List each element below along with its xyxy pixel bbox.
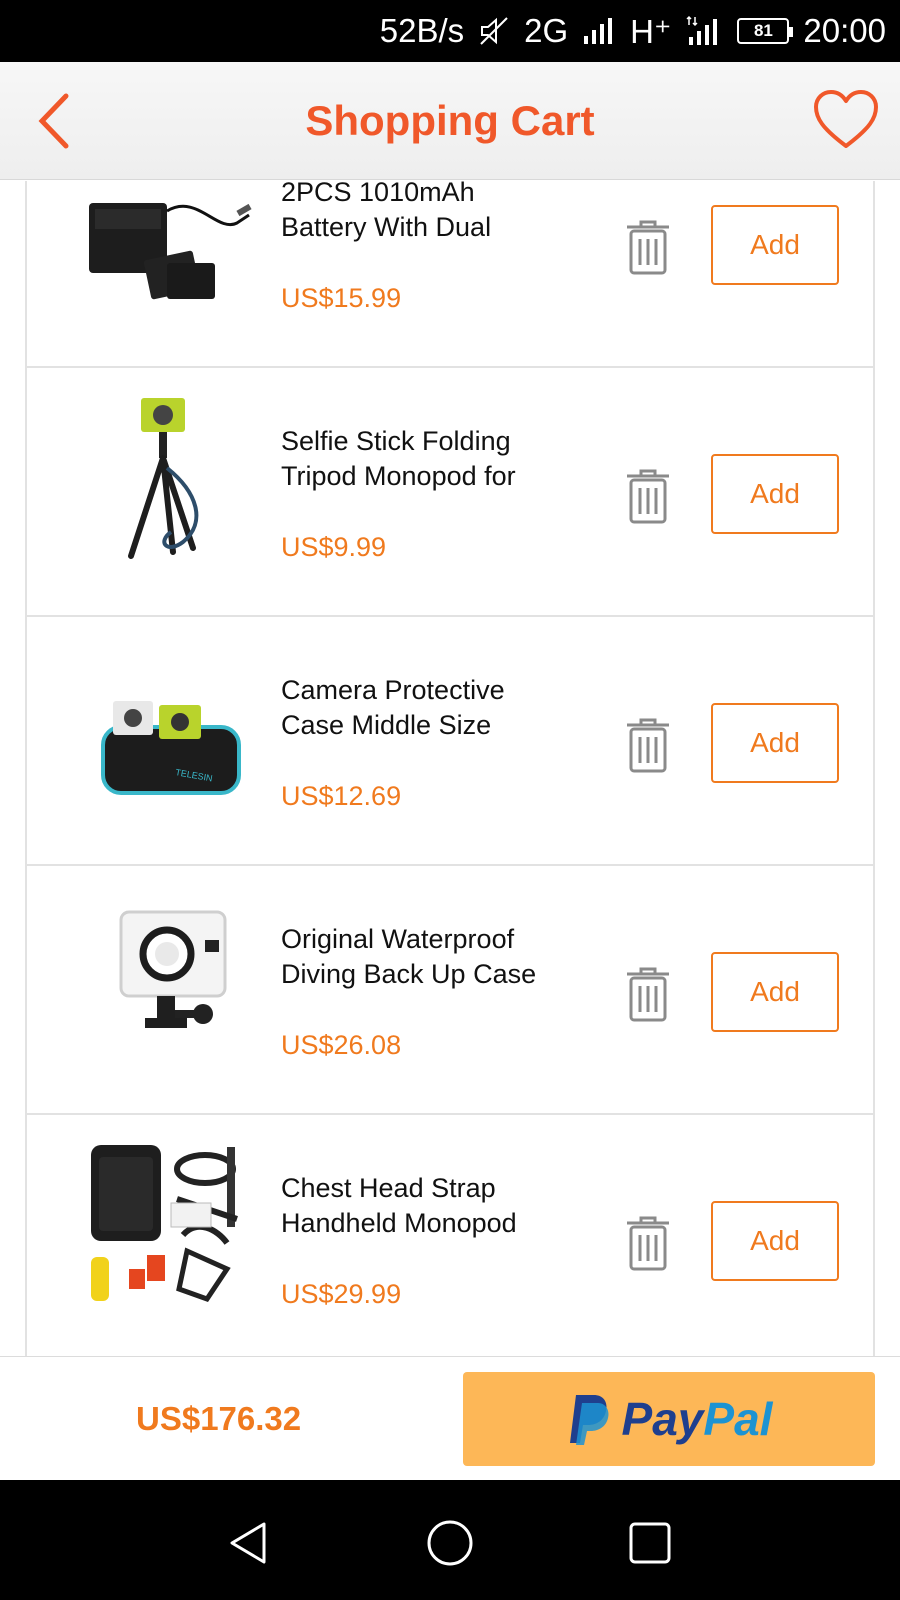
cart-item: Selfie Stick Folding Tripod Monopod for … <box>27 368 873 617</box>
page-title: Shopping Cart <box>305 97 595 144</box>
product-name[interactable]: Original Waterproof Diving Back Up Case <box>281 922 581 992</box>
product-image[interactable] <box>87 890 257 1060</box>
trash-icon <box>627 967 669 1022</box>
product-price: US$15.99 <box>281 283 402 313</box>
cart-list[interactable]: 2PCS 1010mAh Battery With Dual US$15.99 … <box>25 181 875 1356</box>
checkout-bar: US$176.32 PayPal <box>0 1356 900 1480</box>
app-header: Shopping Cart <box>0 62 900 180</box>
nav-recents-button[interactable] <box>625 1518 675 1568</box>
cart-item: TELESIN Camera Protective Case Middle Si… <box>27 617 873 866</box>
network-type-1: 2G <box>524 12 569 49</box>
battery-icon: 81 <box>737 18 794 44</box>
product-image[interactable]: TELESIN <box>87 641 257 811</box>
paypal-checkout-button[interactable]: PayPal <box>463 1372 875 1466</box>
battery-level: 81 <box>753 21 773 40</box>
status-bar: 52B/s 2G H⁺ 81 20:00 <box>0 0 900 62</box>
paypal-wordmark: PayPal <box>622 1392 773 1446</box>
trash-icon <box>627 220 669 275</box>
clock: 20:00 <box>803 12 886 49</box>
add-button[interactable]: Add <box>711 454 839 534</box>
trash-icon <box>627 718 669 773</box>
signal-icon <box>582 16 616 46</box>
trash-icon <box>627 1216 669 1271</box>
network-speed: 52B/s <box>379 12 465 49</box>
cart-total: US$176.32 <box>136 1400 302 1437</box>
product-price: US$29.99 <box>281 1279 402 1309</box>
product-image[interactable] <box>87 1139 257 1309</box>
wishlist-button[interactable] <box>812 88 880 152</box>
product-image[interactable] <box>87 392 257 562</box>
circle-home-icon <box>427 1520 473 1566</box>
product-image[interactable] <box>87 181 257 313</box>
product-price: US$12.69 <box>281 781 402 811</box>
delete-button[interactable] <box>625 1215 671 1271</box>
triangle-back-icon <box>230 1522 266 1564</box>
square-recents-icon <box>629 1522 671 1564</box>
paypal-pay: Pay <box>621 1393 704 1445</box>
delete-button[interactable] <box>625 966 671 1022</box>
delete-button[interactable] <box>625 468 671 524</box>
network-type-2: H⁺ <box>630 12 672 50</box>
add-button[interactable]: Add <box>711 952 839 1032</box>
trash-icon <box>627 469 669 524</box>
nav-home-button[interactable] <box>425 1518 475 1568</box>
product-price: US$9.99 <box>281 532 387 562</box>
delete-button[interactable] <box>625 219 671 275</box>
product-name[interactable]: Camera Protective Case Middle Size <box>281 673 581 743</box>
product-price: US$26.08 <box>281 1030 402 1060</box>
product-name[interactable]: Chest Head Strap Handheld Monopod <box>281 1171 581 1241</box>
signal-data-icon <box>685 15 723 47</box>
add-button[interactable]: Add <box>711 205 839 285</box>
product-name[interactable]: Selfie Stick Folding Tripod Monopod for <box>281 424 581 494</box>
heart-icon <box>814 90 878 148</box>
mute-icon <box>478 15 510 47</box>
cart-item: Chest Head Strap Handheld Monopod US$29.… <box>27 1115 873 1356</box>
product-name[interactable]: 2PCS 1010mAh Battery With Dual <box>281 181 581 245</box>
nav-back-button[interactable] <box>224 1518 274 1568</box>
cart-item: 2PCS 1010mAh Battery With Dual US$15.99 … <box>27 181 873 368</box>
add-button[interactable]: Add <box>711 1201 839 1281</box>
add-button[interactable]: Add <box>711 703 839 783</box>
system-nav-bar <box>0 1480 900 1600</box>
cart-item: Original Waterproof Diving Back Up Case … <box>27 866 873 1115</box>
paypal-pal: Pal <box>703 1393 773 1445</box>
paypal-logo-icon <box>569 1395 609 1445</box>
delete-button[interactable] <box>625 717 671 773</box>
